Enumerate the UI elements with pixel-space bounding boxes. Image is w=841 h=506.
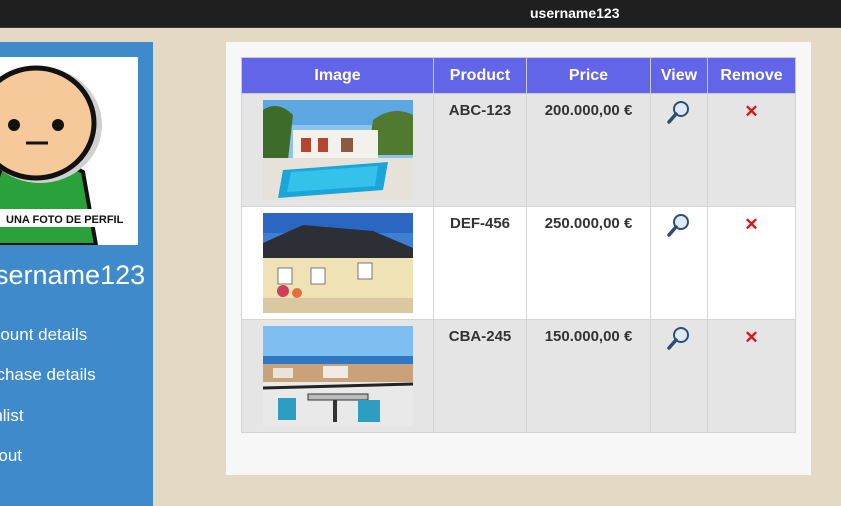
sidebar-item-account-details[interactable]: Account details	[0, 325, 87, 345]
close-icon[interactable]: ✕	[744, 216, 758, 233]
sidebar-username: username123	[0, 260, 146, 290]
table-row: DEF-456 250.000,00 € ✕	[241, 206, 796, 320]
product-code: DEF-456	[449, 215, 511, 232]
sidebar-item-logout[interactable]: Logout	[0, 446, 22, 466]
product-code: CBA-245	[448, 328, 512, 345]
sidebar: UNA FOTO DE PERFIL username123 Account d…	[0, 42, 153, 506]
wishlist-table: Image Product Price View Remove ABC-123 …	[241, 57, 796, 433]
top-bar: username123	[0, 0, 841, 28]
view-cell	[650, 319, 708, 433]
product-code: ABC-123	[448, 102, 512, 119]
topbar-username[interactable]: username123	[530, 5, 620, 21]
sidebar-item-wishlist[interactable]: Wishlist	[0, 406, 24, 426]
close-icon[interactable]: ✕	[744, 103, 758, 120]
product-code-cell: DEF-456	[433, 206, 527, 320]
avatar-cartoon-icon: UNA FOTO DE PERFIL	[0, 57, 138, 245]
price: 200.000,00 €	[544, 102, 633, 119]
price: 150.000,00 €	[544, 328, 633, 345]
product-image-balcony-sea-view[interactable]	[262, 326, 413, 426]
column-header-price: Price	[526, 57, 651, 94]
view-cell	[650, 93, 708, 207]
magnifier-icon[interactable]	[667, 326, 691, 354]
wishlist-panel: Image Product Price View Remove ABC-123 …	[226, 42, 811, 475]
image-cell	[241, 319, 434, 433]
price: 250.000,00 €	[544, 215, 633, 232]
avatar: UNA FOTO DE PERFIL	[0, 57, 138, 245]
table-row: ABC-123 200.000,00 € ✕	[241, 93, 796, 207]
price-cell: 200.000,00 €	[526, 93, 651, 207]
column-header-view: View	[650, 57, 708, 94]
column-header-remove: Remove	[707, 57, 796, 94]
price-cell: 150.000,00 €	[526, 319, 651, 433]
magnifier-icon[interactable]	[667, 100, 691, 128]
product-image-townhouse[interactable]	[262, 213, 413, 313]
image-cell	[241, 93, 434, 207]
table-row: CBA-245 150.000,00 € ✕	[241, 319, 796, 433]
product-image-villa-pool[interactable]	[262, 100, 413, 200]
product-code-cell: CBA-245	[433, 319, 527, 433]
remove-cell: ✕	[707, 319, 796, 433]
magnifier-icon[interactable]	[667, 213, 691, 241]
column-header-product: Product	[433, 57, 527, 94]
sidebar-item-purchase-details[interactable]: Purchase details	[0, 365, 96, 385]
remove-cell: ✕	[707, 93, 796, 207]
view-cell	[650, 206, 708, 320]
product-code-cell: ABC-123	[433, 93, 527, 207]
avatar-caption: UNA FOTO DE PERFIL	[6, 214, 124, 226]
remove-cell: ✕	[707, 206, 796, 320]
price-cell: 250.000,00 €	[526, 206, 651, 320]
column-header-image: Image	[241, 57, 434, 94]
table-header-row: Image Product Price View Remove	[241, 57, 796, 94]
close-icon[interactable]: ✕	[744, 329, 758, 346]
image-cell	[241, 206, 434, 320]
